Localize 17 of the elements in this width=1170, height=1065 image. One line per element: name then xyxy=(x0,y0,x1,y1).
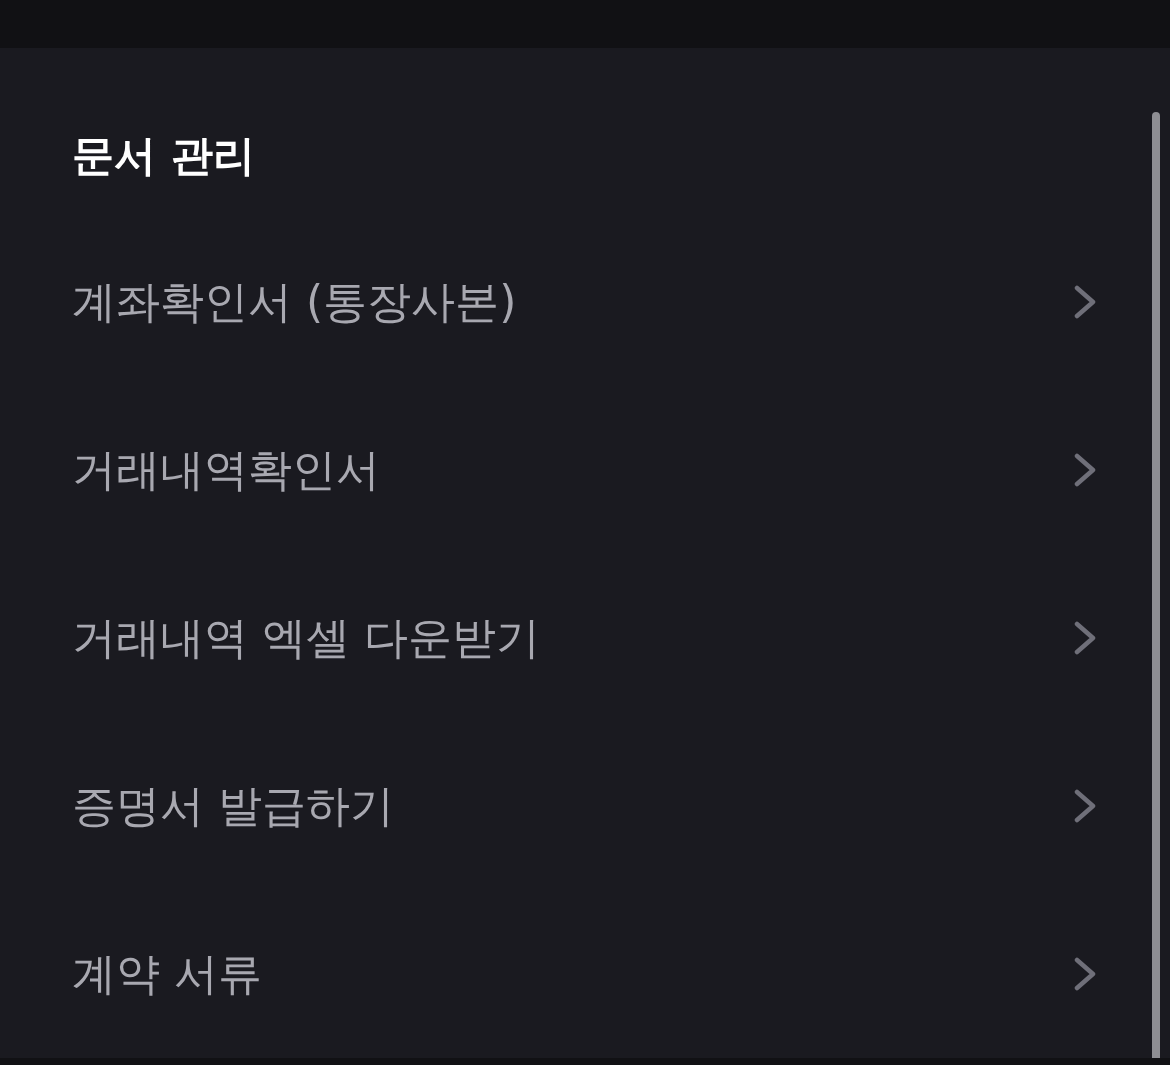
menu-item-label: 계약 서류 xyxy=(72,947,262,1001)
section-title: 문서 관리 xyxy=(72,130,255,182)
chevron-right-icon xyxy=(1074,789,1096,823)
menu-item[interactable]: 거래내역확인서 xyxy=(72,386,1096,554)
chevron-right-icon xyxy=(1074,453,1096,487)
chevron-right-icon xyxy=(1074,621,1096,655)
chevron-right-icon xyxy=(1074,957,1096,991)
menu-item[interactable]: 계좌확인서 (통장사본) xyxy=(72,218,1096,386)
menu-item[interactable]: 거래내역 엑셀 다운받기 xyxy=(72,554,1096,722)
menu-item[interactable]: 증명서 발급하기 xyxy=(72,722,1096,890)
menu-item-label: 계좌확인서 (통장사본) xyxy=(72,275,517,329)
menu-item-label: 거래내역 엑셀 다운받기 xyxy=(72,611,540,665)
menu-item-label: 거래내역확인서 xyxy=(72,443,380,497)
menu-item-label: 증명서 발급하기 xyxy=(72,779,394,833)
menu-item[interactable]: 계약 서류 xyxy=(72,890,1096,1058)
chevron-right-icon xyxy=(1074,285,1096,319)
scrollbar[interactable] xyxy=(1152,112,1160,1058)
